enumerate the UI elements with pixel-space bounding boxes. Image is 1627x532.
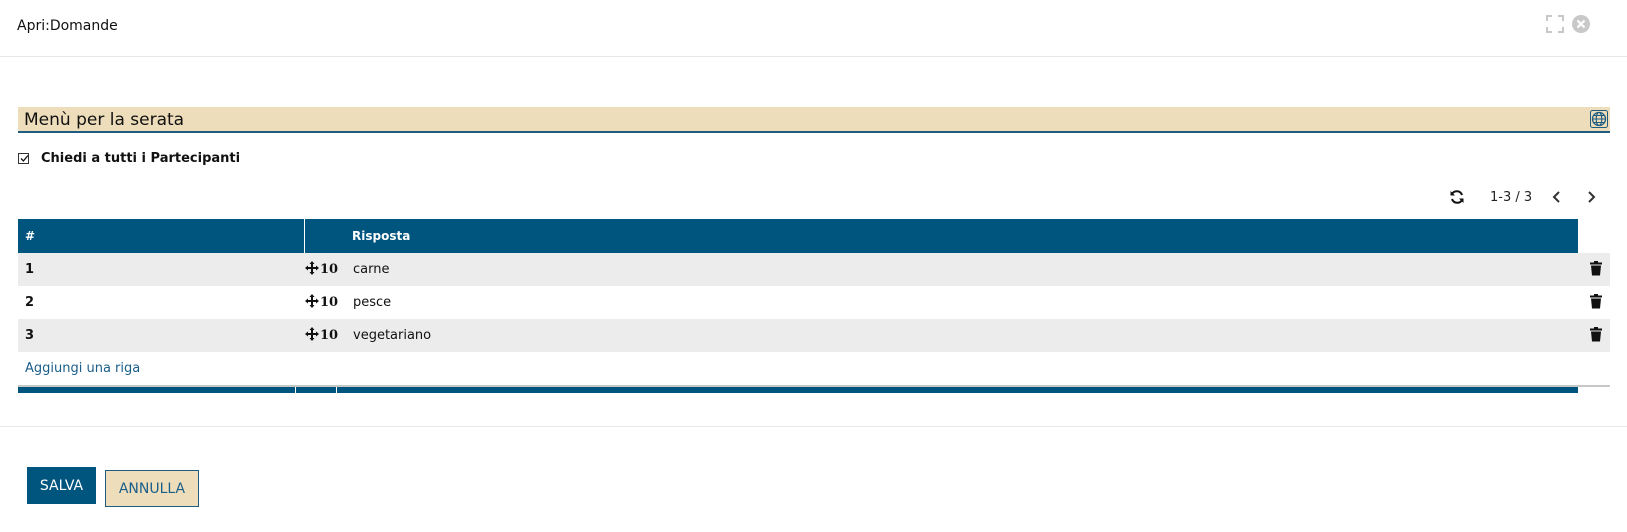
table-row[interactable]: 1 10 carne [18,253,1610,286]
row-drag-handle[interactable]: 10 [305,293,347,312]
row-answer[interactable]: vegetariano [347,328,1610,343]
globe-icon[interactable] [1590,110,1608,132]
row-drag-handle[interactable]: 10 [305,326,347,345]
move-icon[interactable] [305,260,319,279]
move-icon[interactable] [305,326,319,345]
footer-cell-order [296,387,336,393]
trash-icon[interactable] [1590,327,1602,346]
dialog-title: Apri:Domande [17,18,118,34]
expand-icon[interactable] [1545,14,1565,34]
row-number: 1 [25,262,35,277]
cancel-button[interactable]: ANNULLA [105,470,199,507]
refresh-icon[interactable] [1446,186,1468,208]
column-header-num[interactable]: # [18,219,305,253]
row-order: 10 [320,295,339,310]
close-icon[interactable] [1571,14,1591,34]
dialog-header: Apri:Domande [0,0,1627,57]
table-row[interactable]: 2 10 pesce [18,286,1610,319]
prev-page-icon[interactable] [1546,186,1568,208]
save-button[interactable]: SALVA [27,467,96,504]
trash-icon[interactable] [1590,261,1602,280]
trash-icon[interactable] [1590,294,1602,313]
question-field[interactable] [18,107,1610,133]
row-drag-handle[interactable]: 10 [305,260,347,279]
footer-divider-line [0,426,1627,427]
row-number: 2 [25,295,35,310]
table-footer [18,387,1578,393]
row-number: 3 [25,328,35,343]
answers-table: # Risposta 1 10 carne 2 10 pesce 3 10 ve… [18,219,1610,393]
question-input[interactable] [24,108,1574,132]
window-controls [1545,14,1591,34]
column-header-order [305,219,346,253]
table-row[interactable]: 3 10 vegetariano [18,319,1610,352]
pager: 1-3 / 3 [1446,186,1602,208]
next-page-icon[interactable] [1580,186,1602,208]
row-answer[interactable]: carne [347,262,1610,277]
column-header-answer[interactable]: Risposta [346,219,1578,253]
table-header: # Risposta [18,219,1578,253]
footer-cell-answer [337,387,1578,393]
ask-all-checkbox[interactable] [18,153,29,164]
move-icon[interactable] [305,293,319,312]
row-answer[interactable]: pesce [347,295,1610,310]
pager-range: 1-3 / 3 [1490,189,1533,205]
row-order: 10 [320,328,339,343]
ask-all-label: Chiedi a tutti i Partecipanti [41,151,241,166]
ask-all-participants: Chiedi a tutti i Partecipanti [18,151,240,166]
add-row-link[interactable]: Aggiungi una riga [18,352,1610,387]
row-order: 10 [320,262,339,277]
footer-cell-num [18,387,295,393]
